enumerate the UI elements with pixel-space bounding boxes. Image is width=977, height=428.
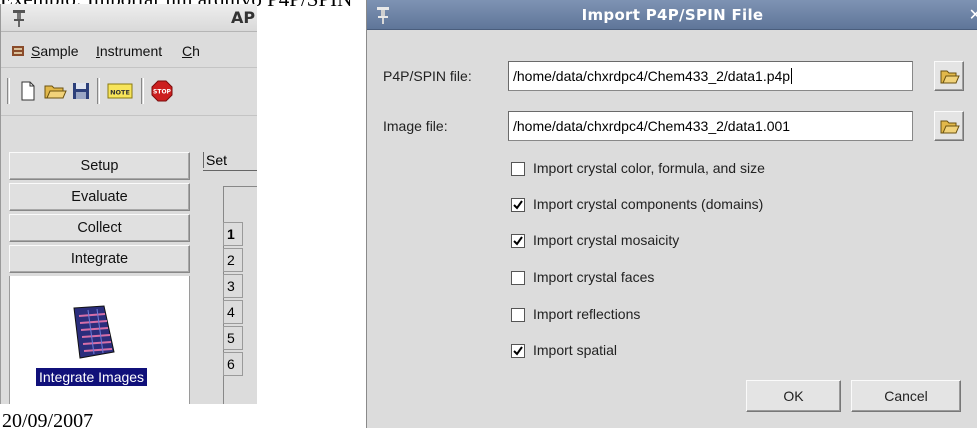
table-row-number[interactable]: 4 xyxy=(223,300,243,324)
menu-ch[interactable]: Ch xyxy=(182,43,200,59)
table-row-number[interactable]: 1 xyxy=(223,222,243,246)
open-folder-icon xyxy=(940,120,960,134)
checkbox-unchecked[interactable] xyxy=(511,271,525,285)
app-icon xyxy=(13,10,25,27)
p4p-file-input[interactable]: /home/data/chxrdpc4/Chem433_2/data1.p4p xyxy=(508,61,913,91)
menu-sample[interactable]: Sample xyxy=(31,43,78,59)
checkbox-checked[interactable] xyxy=(511,198,525,212)
integrate-images-label[interactable]: Integrate Images xyxy=(36,368,148,386)
image-file-label: Image file: xyxy=(383,118,448,134)
svg-text:NOTE: NOTE xyxy=(110,89,130,97)
table-row-number[interactable]: 2 xyxy=(223,248,243,272)
p4p-file-label: P4P/SPIN file: xyxy=(383,68,472,84)
tab-underline xyxy=(203,170,257,171)
browse-image-button[interactable] xyxy=(934,111,964,141)
menu-bar: Sample Instrument Ch xyxy=(1,32,257,68)
tab-setup[interactable]: Set xyxy=(203,152,227,168)
checkbox-checked[interactable] xyxy=(511,234,525,248)
menu-instrument[interactable]: Instrument xyxy=(96,43,162,59)
main-window-titlebar: AP xyxy=(1,4,257,32)
setup-tab-area: Set 1 2 3 4 5 6 xyxy=(197,152,257,404)
stop-icon[interactable]: STOP xyxy=(151,80,173,102)
dialog-title: Import P4P/SPIN File xyxy=(581,6,764,24)
ok-button[interactable]: OK xyxy=(746,380,841,412)
document-date: 20/09/2007 xyxy=(2,410,94,428)
svg-text:STOP: STOP xyxy=(153,89,172,96)
main-window-title: AP xyxy=(231,8,256,27)
integrate-images-icon[interactable] xyxy=(64,304,120,360)
book-icon xyxy=(12,46,24,56)
dialog-titlebar: Import P4P/SPIN File ✕ xyxy=(367,0,977,30)
checkbox-checked[interactable] xyxy=(511,344,525,358)
cancel-button[interactable]: Cancel xyxy=(851,380,961,412)
image-file-input[interactable]: /home/data/chxrdpc4/Chem433_2/data1.001 xyxy=(508,111,913,141)
new-file-icon[interactable] xyxy=(19,80,37,102)
checkmark-icon xyxy=(513,200,523,210)
checkbox-unchecked[interactable] xyxy=(511,308,525,322)
checkmark-icon xyxy=(513,236,523,246)
open-folder-icon[interactable] xyxy=(43,80,67,102)
nav-panel: Integrate Images xyxy=(9,276,190,404)
nav-setup-button[interactable]: Setup xyxy=(9,152,190,180)
browse-p4p-button[interactable] xyxy=(934,61,964,91)
checkbox-unchecked[interactable] xyxy=(511,162,525,176)
nav-integrate-button[interactable]: Integrate xyxy=(9,245,190,273)
nav-collect-button[interactable]: Collect xyxy=(9,214,190,242)
toolbar-separator xyxy=(97,78,100,104)
checkmark-icon xyxy=(513,346,523,356)
table-row-number[interactable]: 3 xyxy=(223,274,243,298)
toolbar-separator-2 xyxy=(141,78,144,104)
main-window: AP Sample Instrument Ch NOTE STOP Setup … xyxy=(0,4,257,404)
note-icon[interactable]: NOTE xyxy=(107,80,133,102)
nav-column: Setup Evaluate Collect Integrate xyxy=(9,152,190,276)
nav-evaluate-button[interactable]: Evaluate xyxy=(9,183,190,211)
table-row-number[interactable]: 6 xyxy=(223,352,243,376)
text-caret xyxy=(791,68,793,84)
open-folder-icon xyxy=(940,70,960,84)
toolbar: NOTE STOP xyxy=(1,68,257,116)
close-icon[interactable]: ✕ xyxy=(969,5,977,25)
import-dialog: Import P4P/SPIN File ✕ P4P/SPIN file: /h… xyxy=(366,0,977,428)
save-disk-icon[interactable] xyxy=(71,80,91,102)
table-row-number[interactable]: 5 xyxy=(223,326,243,350)
toolbar-grip xyxy=(7,78,10,104)
